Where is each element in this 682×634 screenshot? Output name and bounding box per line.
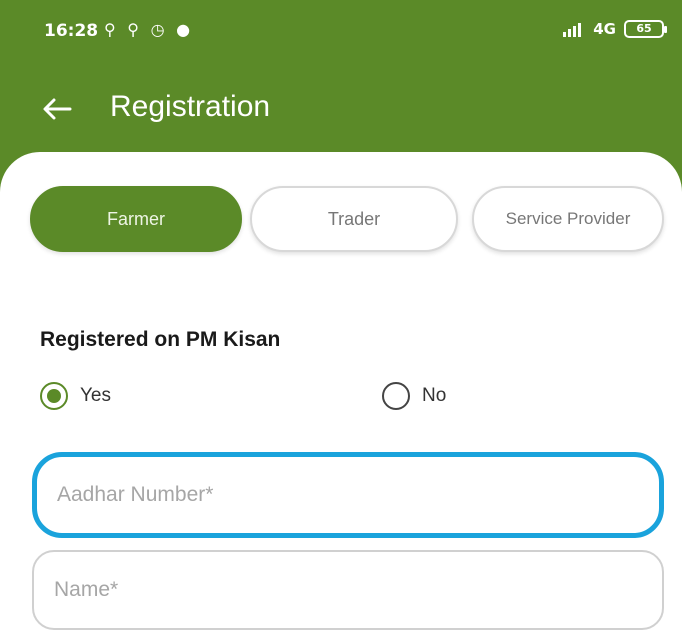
radio-yes[interactable]: Yes <box>40 382 111 410</box>
network-type: 4G <box>593 20 616 38</box>
page-title: Registration <box>110 90 271 123</box>
status-right-group: 4G 65 <box>563 20 667 38</box>
radio-no-label: No <box>422 385 447 406</box>
back-button[interactable] <box>36 88 78 130</box>
title-bar: Registration <box>0 78 682 138</box>
radio-checked-icon <box>40 382 68 410</box>
tab-service-provider[interactable]: Service Provider <box>472 186 664 252</box>
name-field-container <box>32 550 664 630</box>
pm-kisan-label: Registered on PM Kisan <box>40 328 281 351</box>
arrow-left-icon <box>43 98 72 120</box>
signal-icon <box>563 23 582 37</box>
aadhar-field-container <box>32 452 664 538</box>
name-input[interactable] <box>34 552 662 628</box>
tab-trader[interactable]: Trader <box>250 186 458 252</box>
status-bar: 16:28 ⚲ ⚲ ◷ ● 4G 65 <box>0 0 682 60</box>
aadhar-number-input[interactable] <box>37 457 659 533</box>
radio-no[interactable]: No <box>382 382 446 410</box>
tab-farmer[interactable]: Farmer <box>30 186 242 252</box>
radio-yes-label: Yes <box>80 385 111 406</box>
notification-icons: ⚲ ⚲ ◷ ● <box>104 20 194 39</box>
status-time: 16:28 <box>44 21 99 41</box>
battery-icon: 65 <box>624 20 667 38</box>
radio-unchecked-icon <box>382 382 410 410</box>
